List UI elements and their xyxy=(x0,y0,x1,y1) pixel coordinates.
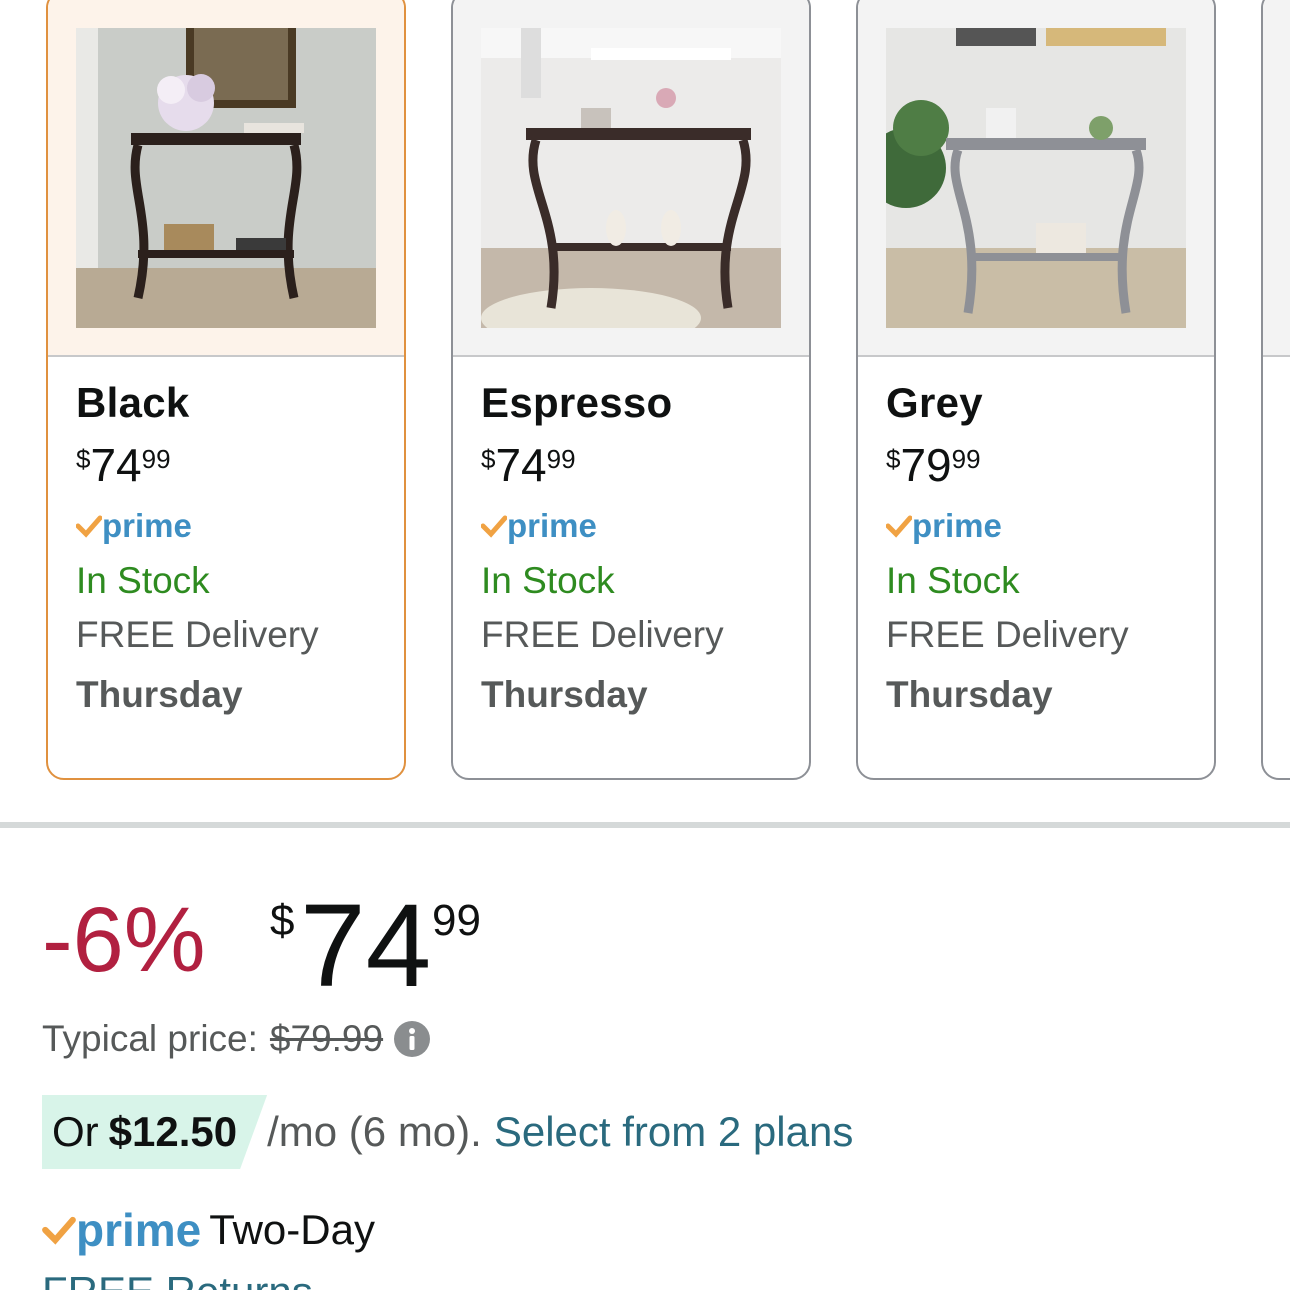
swatch-color-name: Black xyxy=(76,379,190,426)
stock-status: In Stock xyxy=(76,560,210,601)
delivery-text: FREE Delivery xyxy=(481,614,724,655)
prime-check-icon xyxy=(76,515,102,538)
stock-status: In Stock xyxy=(886,560,1020,601)
installment-term: /mo (6 mo). xyxy=(267,1108,482,1155)
prime-check-icon xyxy=(886,515,912,538)
swatch-card-grey[interactable]: Grey $7999 prime In Stock FREE Delivery … xyxy=(856,0,1216,780)
stock-status: In Stock xyxy=(481,560,615,601)
product-image-grey xyxy=(886,28,1186,328)
delivery-day: Thursday xyxy=(481,674,648,715)
swatch-color-name: Grey xyxy=(886,379,983,426)
prime-badge: prime xyxy=(76,503,394,549)
swatch-price: $7999 xyxy=(886,439,981,491)
prime-two-day: prime Two-Day xyxy=(42,1200,375,1260)
swatch-color-name: Espresso xyxy=(481,379,673,426)
swatch-image xyxy=(1263,0,1290,357)
typical-price: Typical price: $79.99 xyxy=(42,1018,431,1060)
prime-badge: prime xyxy=(481,503,799,549)
installment-amount: $12.50 xyxy=(108,1108,238,1155)
swatch-image xyxy=(48,0,404,357)
delivery-text: FREE Delivery xyxy=(886,614,1129,655)
typical-price-value: $79.99 xyxy=(269,1018,384,1059)
delivery-day: Thursday xyxy=(886,674,1053,715)
swatch-card-espresso[interactable]: Espresso $7499 prime In Stock FREE Deliv… xyxy=(451,0,811,780)
swatch-image xyxy=(453,0,809,357)
free-returns-link[interactable]: FREE Returns xyxy=(42,1268,313,1290)
section-divider xyxy=(0,822,1290,828)
product-image-black xyxy=(76,28,376,328)
prime-badge: prime xyxy=(886,503,1204,549)
select-plans-link[interactable]: Select from 2 plans xyxy=(494,1108,854,1156)
product-image-espresso xyxy=(481,28,781,328)
delivery-text: FREE Delivery xyxy=(76,614,319,655)
info-icon[interactable] xyxy=(393,1020,431,1058)
discount-percent: -6% xyxy=(42,889,206,991)
swatch-price: $7499 xyxy=(76,439,171,491)
swatch-card-partial[interactable] xyxy=(1261,0,1290,780)
swatch-image xyxy=(858,0,1214,357)
installment-badge: Or $12.50 xyxy=(42,1095,267,1169)
swatch-card-black[interactable]: Black $7499 prime In Stock FREE Delivery… xyxy=(46,0,406,780)
prime-check-icon xyxy=(42,1216,76,1245)
delivery-day: Thursday xyxy=(76,674,243,715)
installment-offer: Or $12.50 /mo (6 mo). Select from 2 plan… xyxy=(42,1095,853,1169)
swatch-price: $7499 xyxy=(481,439,576,491)
typical-price-label: Typical price: xyxy=(42,1018,258,1059)
color-swatch-carousel: Black $7499 prime In Stock FREE Delivery… xyxy=(0,0,1290,790)
prime-check-icon xyxy=(481,515,507,538)
